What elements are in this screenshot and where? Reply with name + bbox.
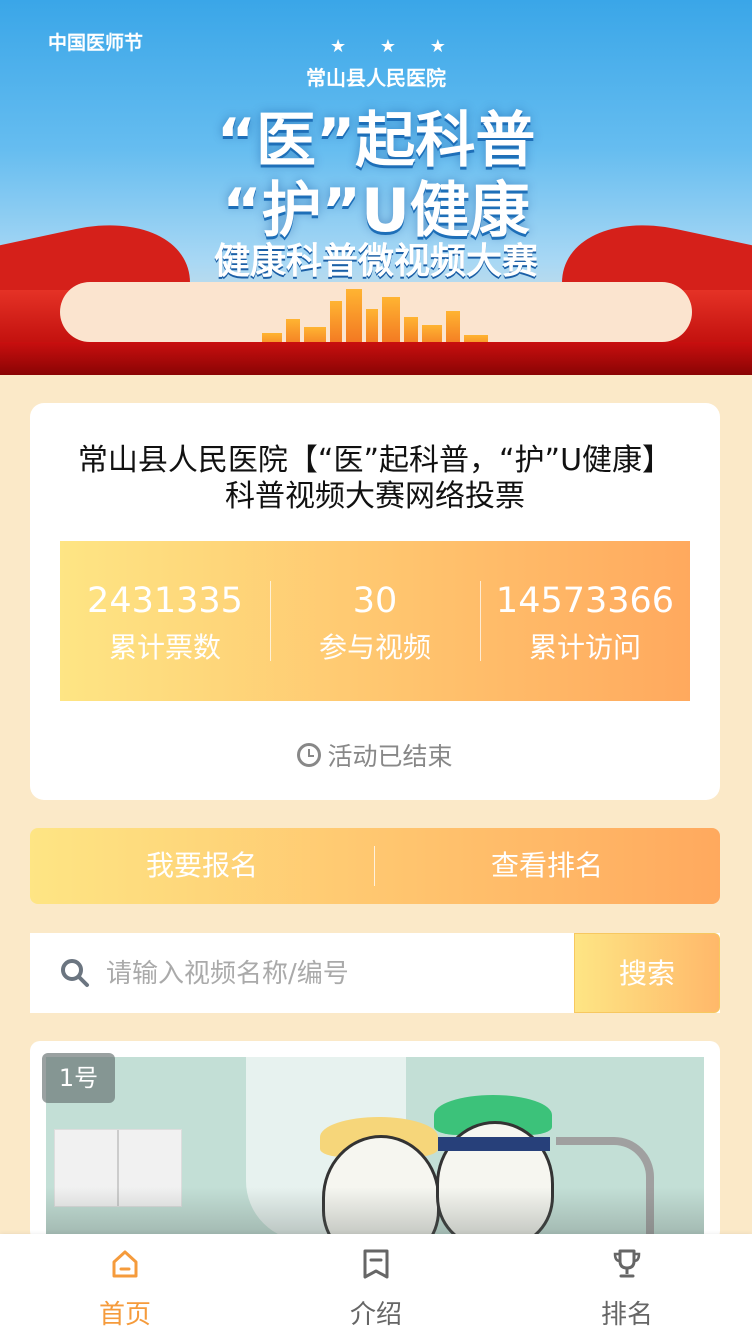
banner-ground (0, 342, 752, 375)
banner-hospital-name: 常山县人民医院 (306, 66, 446, 90)
banner-top-label: 中国医师节 (48, 32, 144, 54)
event-status: 活动已结束 (30, 737, 720, 773)
trophy-icon (613, 1249, 641, 1278)
video-number-badge: 1号 (42, 1053, 115, 1103)
tab-ranking[interactable]: 排名 (502, 1234, 752, 1336)
search-button[interactable]: 搜索 (574, 933, 720, 1013)
stat-label: 累计访问 (528, 631, 641, 664)
tab-home[interactable]: 首页 (0, 1234, 250, 1336)
stat-value: 14573366 (495, 581, 675, 621)
stats-panel: 2431335 累计票数 30 参与视频 14573366 累计访问 (60, 541, 690, 701)
stat-label: 累计票数 (108, 631, 221, 664)
search-icon (61, 959, 89, 987)
search-input[interactable] (104, 933, 568, 1015)
stat-label: 参与视频 (318, 631, 431, 664)
stat-videos: 30 参与视频 (270, 541, 480, 701)
signup-button[interactable]: 我要报名 (30, 828, 374, 904)
bottom-tab-bar: 首页 介绍 排名 (0, 1234, 752, 1336)
bookmark-icon (363, 1249, 389, 1279)
view-ranking-button[interactable]: 查看排名 (375, 828, 719, 904)
stat-value: 30 (352, 581, 398, 621)
event-title: 常山县人民医院【“医”起科普，“护”U健康】科普视频大赛网络投票 (77, 443, 673, 514)
event-status-text: 活动已结束 (327, 742, 453, 771)
stat-value: 2431335 (87, 581, 243, 621)
thumb-shade (46, 1187, 704, 1241)
home-icon (112, 1250, 138, 1278)
clock-icon (297, 743, 322, 767)
tab-label: 排名 (600, 1300, 653, 1330)
stat-visits: 14573366 累计访问 (480, 541, 690, 701)
event-banner: 中国医师节 ★ ★ ★ 常山县人民医院 “医”起科普 “护”U健康 健康科普微视… (0, 0, 752, 375)
event-info-card: 常山县人民医院【“医”起科普，“护”U健康】科普视频大赛网络投票 2431335… (30, 403, 720, 800)
video-card[interactable]: 1号 (30, 1041, 720, 1241)
banner-stars: ★ ★ ★ (330, 36, 460, 57)
search-bar: 搜索 (30, 933, 720, 1015)
action-bar: 我要报名 查看排名 (30, 828, 720, 904)
tab-label: 首页 (98, 1300, 151, 1330)
tab-label: 介绍 (349, 1300, 402, 1330)
thumb-headband (438, 1137, 550, 1151)
video-thumbnail[interactable] (46, 1057, 704, 1241)
stat-total-votes: 2431335 累计票数 (60, 541, 270, 701)
tab-intro[interactable]: 介绍 (251, 1234, 501, 1336)
